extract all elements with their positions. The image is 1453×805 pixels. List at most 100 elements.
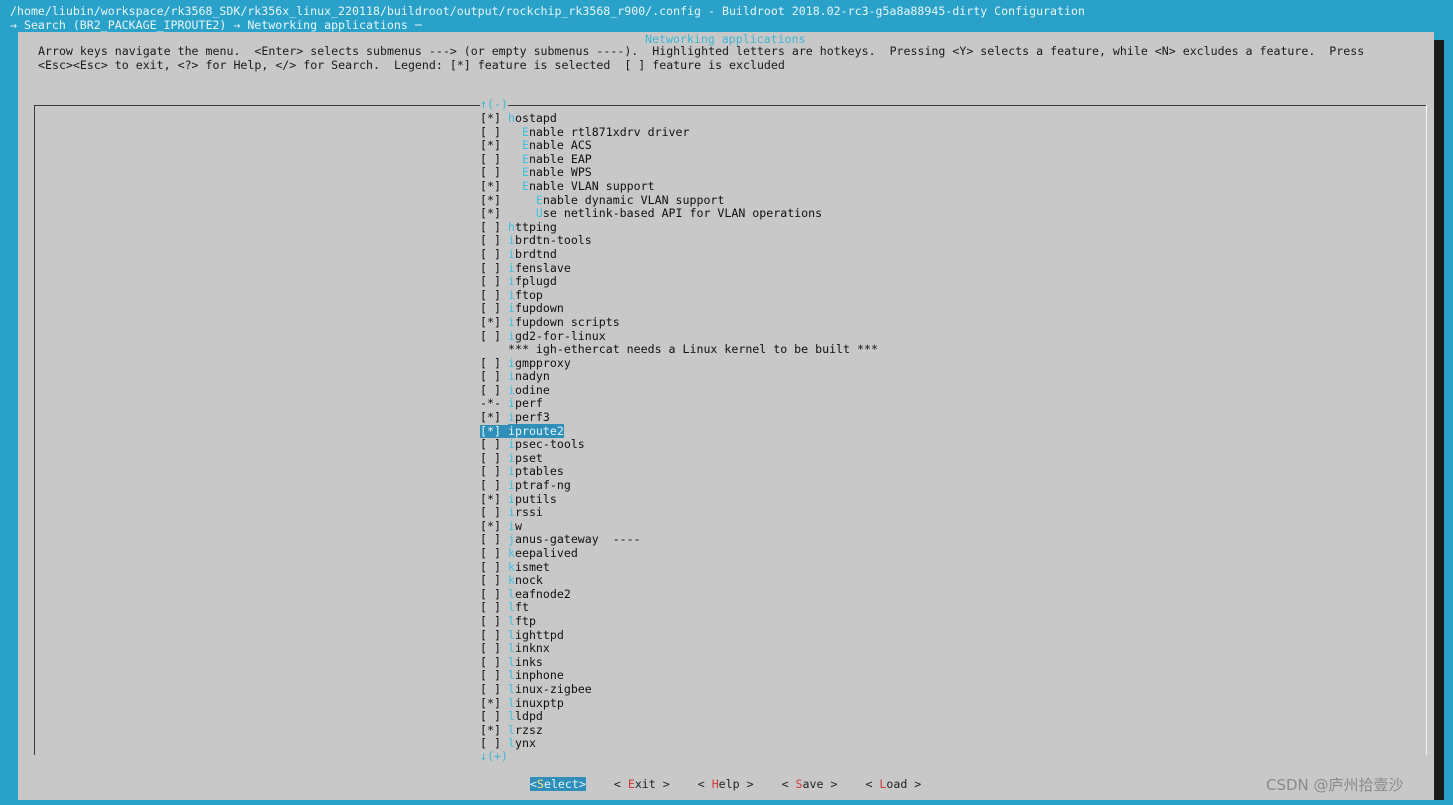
menu-item-iperf3[interactable]: [*] iperf3 (480, 410, 878, 425)
checkbox-mark[interactable]: -*- (480, 397, 508, 411)
save-button[interactable]: < Save > (782, 777, 838, 791)
menu-item-inadyn[interactable]: [ ] inadyn (480, 369, 878, 384)
menu-item-enable-vlan[interactable]: [*] Enable VLAN support (480, 179, 878, 194)
menu-item-use-netlink-vlan[interactable]: [*] Use netlink-based API for VLAN opera… (480, 206, 878, 221)
menu-item-lighttpd[interactable]: [ ] lighttpd (480, 628, 878, 643)
checkbox-mark[interactable]: [*] (480, 207, 508, 221)
checkbox-mark[interactable]: [ ] (480, 478, 508, 493)
checkbox-mark[interactable]: [*] (480, 179, 508, 194)
menu-item-lft[interactable]: [ ] lft (480, 601, 878, 615)
checkbox-mark[interactable]: [ ] (480, 329, 508, 344)
checkbox-mark[interactable]: [ ] (480, 682, 508, 697)
checkbox-mark[interactable]: [*] (480, 492, 508, 507)
checkbox-mark[interactable]: [ ] (480, 234, 508, 248)
menu-item-igh-ethercat-comment[interactable]: *** igh-ethercat needs a Linux kernel to… (480, 342, 878, 357)
menu-item-lynx[interactable]: [ ] lynx (480, 737, 878, 751)
checkbox-mark[interactable]: [ ] (480, 628, 508, 643)
menu-item-ifupdown[interactable]: [ ] ifupdown (480, 302, 878, 316)
checkbox-mark[interactable]: [*] (480, 111, 508, 126)
menu-item-iptables[interactable]: [ ] iptables (480, 465, 878, 479)
menu-item-ibrdtnd[interactable]: [ ] ibrdtnd (480, 247, 878, 262)
menu-item-iputils[interactable]: [*] iputils (480, 492, 878, 507)
exit-button[interactable]: < Exit > (614, 777, 670, 791)
menu-item-iw[interactable]: [*] iw (480, 519, 878, 534)
menu-item-hostapd[interactable]: [*] hostapd (480, 111, 878, 126)
menu-item-ipsec-tools[interactable]: [ ] ipsec-tools (480, 437, 878, 452)
checkbox-mark[interactable]: [*] (480, 424, 508, 439)
menu-item-irssi[interactable]: [ ] irssi (480, 505, 878, 520)
menu-item-linphone[interactable]: [ ] linphone (480, 669, 878, 683)
checkbox-mark[interactable]: [ ] (480, 356, 508, 371)
menu-item-lrzsz[interactable]: [*] lrzsz (480, 723, 878, 738)
menu-item-iperf[interactable]: -*- iperf (480, 397, 878, 411)
scroll-down-indicator[interactable]: ↓(+) (480, 750, 508, 763)
menu-item-ifenslave[interactable]: [ ] ifenslave (480, 261, 878, 276)
checkbox-mark[interactable] (480, 343, 508, 357)
checkbox-mark[interactable]: [ ] (480, 574, 508, 588)
menu-item-lldpd[interactable]: [ ] lldpd (480, 709, 878, 724)
checkbox-mark[interactable]: [*] (480, 139, 508, 153)
menu-item-iptraf-ng[interactable]: [ ] iptraf-ng (480, 478, 878, 493)
menu-item-enable-eap[interactable]: [ ] Enable EAP (480, 152, 878, 167)
checkbox-mark[interactable]: [ ] (480, 601, 508, 615)
checkbox-mark[interactable]: [*] (480, 193, 508, 208)
checkbox-mark[interactable]: [ ] (480, 533, 508, 547)
menu-item-ifplugd[interactable]: [ ] ifplugd (480, 274, 878, 289)
menu-item-linuxptp[interactable]: [*] linuxptp (480, 696, 878, 711)
menu-item-enable-wps[interactable]: [ ] Enable WPS (480, 166, 878, 180)
checkbox-mark[interactable]: [ ] (480, 383, 508, 398)
checkbox-mark[interactable]: [ ] (480, 451, 508, 466)
checkbox-mark[interactable]: [*] (480, 410, 508, 425)
checkbox-mark[interactable]: [*] (480, 519, 508, 534)
checkbox-mark[interactable]: [ ] (480, 655, 508, 670)
menu-item-iftop[interactable]: [ ] iftop (480, 288, 878, 303)
load-button[interactable]: < Load > (865, 777, 921, 791)
menu-item-linux-zigbee[interactable]: [ ] linux-zigbee (480, 682, 878, 697)
menu-item-leafnode2[interactable]: [ ] leafnode2 (480, 587, 878, 602)
checkbox-mark[interactable]: [ ] (480, 642, 508, 656)
help-button[interactable]: < Help > (698, 777, 754, 791)
menu-item-httping[interactable]: [ ] httping (480, 220, 878, 235)
checkbox-mark[interactable]: [ ] (480, 261, 508, 276)
menu-item-keepalived[interactable]: [ ] keepalived (480, 546, 878, 561)
checkbox-mark[interactable]: [ ] (480, 614, 508, 629)
menu-item-links[interactable]: [ ] links (480, 655, 878, 670)
menu-item-iproute2[interactable]: [*] iproute2 (480, 423, 878, 439)
checkbox-mark[interactable]: [ ] (480, 669, 508, 683)
checkbox-mark[interactable]: [ ] (480, 438, 508, 452)
scroll-up-indicator[interactable]: ↑(-) (480, 98, 508, 111)
menu-item-enable-dynamic-vlan[interactable]: [*] Enable dynamic VLAN support (480, 193, 878, 208)
menu-item-ibrdtn-tools[interactable]: [ ] ibrdtn-tools (480, 234, 878, 248)
menu-item-enable-rtl871xdrv[interactable]: [ ] Enable rtl871xdrv driver (480, 125, 878, 140)
menu-item-igmpproxy[interactable]: [ ] igmpproxy (480, 356, 878, 371)
checkbox-mark[interactable]: [ ] (480, 546, 508, 561)
menu-item-igd2-for-linux[interactable]: [ ] igd2-for-linux (480, 329, 878, 344)
menu-item-enable-acs[interactable]: [*] Enable ACS (480, 138, 878, 153)
checkbox-mark[interactable]: [ ] (480, 370, 508, 384)
checkbox-mark[interactable]: [ ] (480, 587, 508, 602)
checkbox-mark[interactable]: [*] (480, 723, 508, 738)
menu-item-lftp[interactable]: [ ] lftp (480, 614, 878, 629)
checkbox-mark[interactable]: [ ] (480, 247, 508, 262)
menu-item-janus-gateway[interactable]: [ ] janus-gateway ---- (480, 533, 878, 547)
checkbox-mark[interactable]: [ ] (480, 125, 508, 140)
checkbox-mark[interactable]: [ ] (480, 560, 508, 575)
checkbox-mark[interactable]: [ ] (480, 275, 508, 289)
checkbox-mark[interactable]: [ ] (480, 288, 508, 303)
menu-item-kismet[interactable]: [ ] kismet (480, 560, 878, 575)
checkbox-mark[interactable]: [ ] (480, 220, 508, 235)
checkbox-mark[interactable]: [ ] (480, 152, 508, 167)
menu-item-iodine[interactable]: [ ] iodine (480, 383, 878, 398)
checkbox-mark[interactable]: [ ] (480, 710, 508, 724)
menu-item-knock[interactable]: [ ] knock (480, 573, 878, 588)
select-button[interactable]: <Select> (530, 777, 586, 791)
menu-item-ifupdown-scripts[interactable]: [*] ifupdown scripts (480, 315, 878, 330)
checkbox-mark[interactable]: [*] (480, 696, 508, 711)
menu-item-linknx[interactable]: [ ] linknx (480, 641, 878, 656)
checkbox-mark[interactable]: [ ] (480, 166, 508, 180)
checkbox-mark[interactable]: [ ] (480, 302, 508, 316)
checkbox-mark[interactable]: [ ] (480, 506, 508, 520)
checkbox-mark[interactable]: [*] (480, 315, 508, 330)
menu-item-ipset[interactable]: [ ] ipset (480, 451, 878, 466)
checkbox-mark[interactable]: [ ] (480, 465, 508, 479)
